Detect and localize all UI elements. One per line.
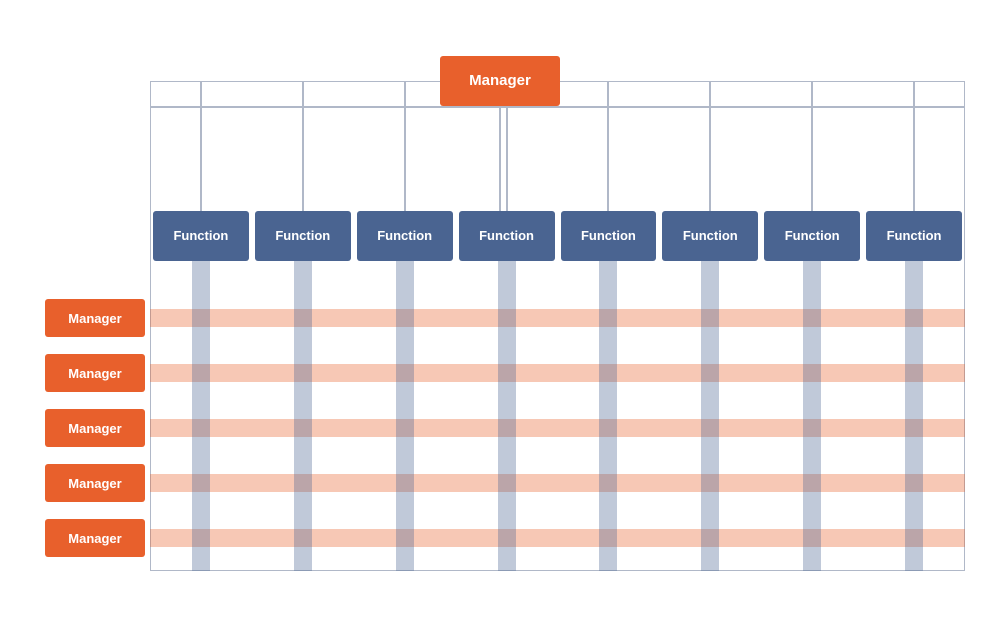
bottom-vline-4 [599,261,617,571]
bottom-vline-3 [498,261,516,571]
bottom-vline-2 [396,261,414,571]
managers-column: Manager Manager Manager Manager Manager [40,291,150,566]
manager-box-3: Manager [40,456,150,511]
manager-box-4: Manager [40,511,150,566]
manager-label-1: Manager [45,354,145,392]
manager-box-0: Manager [40,291,150,346]
top-vline-0 [200,81,202,211]
functions-row: FunctionFunctionFunctionFunctionFunction… [150,211,965,261]
top-vline-5 [709,81,711,211]
top-vline-2 [404,81,406,211]
bottom-vline-7 [905,261,923,571]
manager-box-1: Manager [40,346,150,401]
top-vline-6 [811,81,813,211]
function-box-5: Function [662,211,758,261]
top-vline-7 [913,81,915,211]
function-box-7: Function [866,211,962,261]
function-box-6: Function [764,211,860,261]
bottom-vline-5 [701,261,719,571]
manager-label-3: Manager [45,464,145,502]
function-box-1: Function [255,211,351,261]
function-box-2: Function [357,211,453,261]
top-vline-4 [607,81,609,211]
column-lines [150,261,965,571]
function-box-3: Function [459,211,555,261]
bottom-vline-6 [803,261,821,571]
manager-label-0: Manager [45,299,145,337]
manager-label-4: Manager [45,519,145,557]
manager-box-2: Manager [40,401,150,456]
bottom-vline-0 [192,261,210,571]
manager-label-2: Manager [45,409,145,447]
function-box-4: Function [561,211,657,261]
bottom-vline-1 [294,261,312,571]
top-manager-box: Manager [440,56,560,106]
function-box-0: Function [153,211,249,261]
org-chart: Manager FunctionFunctionFunctionFunction… [20,26,980,606]
top-vline-1 [302,81,304,211]
top-manager-label: Manager [469,72,531,89]
